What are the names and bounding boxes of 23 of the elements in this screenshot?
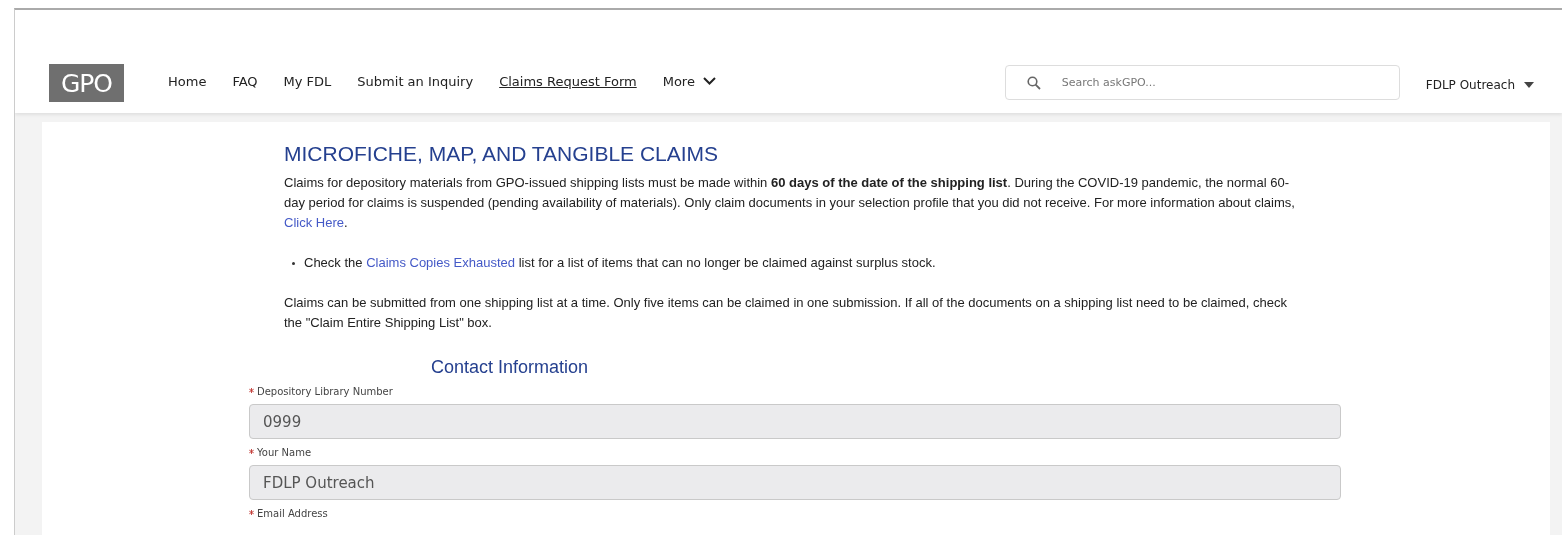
field-label: Depository Library Number [257, 386, 393, 397]
logo[interactable]: GPO [49, 64, 124, 102]
field-label: Email Address [257, 508, 328, 519]
paragraph: Claims can be submitted from one shipping list at a time. Only five items can be claimed in one submission. If all of the documents on a shipping list need to be claimed, check the "Claim Entire Shipping List" box. [284, 294, 1288, 332]
bullet-text: Check the Claims Copies Exhausted list for a list of items that can no longer be claimed against surplus stock. [304, 254, 936, 272]
field-label: Your Name [257, 447, 312, 458]
nav-link[interactable]: Claims Request Form [499, 73, 637, 89]
section-title: Contact Information [431, 357, 590, 378]
bullet-icon [292, 261, 295, 265]
nav-link[interactable]: FAQ [232, 73, 258, 89]
nav-link[interactable]: Home [168, 73, 207, 89]
paragraph: Claims for depository materials from GPO-issued shipping lists must be made within 60 days of the date of the shipping list. During the COVID-19 pandemic, the normal 60-day period for claims is suspended (pending availability of materials). Only claim documents in your selection profile that you did not receive. For more information about claims, Click Here. [284, 174, 1296, 232]
nav-link[interactable]: More [662, 73, 716, 89]
link[interactable]: Click Here [284, 215, 344, 230]
link[interactable]: Claims Copies Exhausted [366, 255, 515, 270]
chevron-down-icon [702, 77, 716, 85]
page-title: MICROFICHE, MAP, AND TANGIBLE CLAIMS [284, 142, 720, 166]
caret-icon [1524, 82, 1534, 88]
search-field[interactable]: Search askGPO... [1004, 65, 1400, 100]
nav-link[interactable]: My FDL [283, 73, 332, 89]
nav-link[interactable]: Submit an Inquiry [357, 73, 474, 89]
search-icon [1026, 76, 1041, 90]
user-menu[interactable]: FDLP Outreach [1425, 67, 1534, 103]
